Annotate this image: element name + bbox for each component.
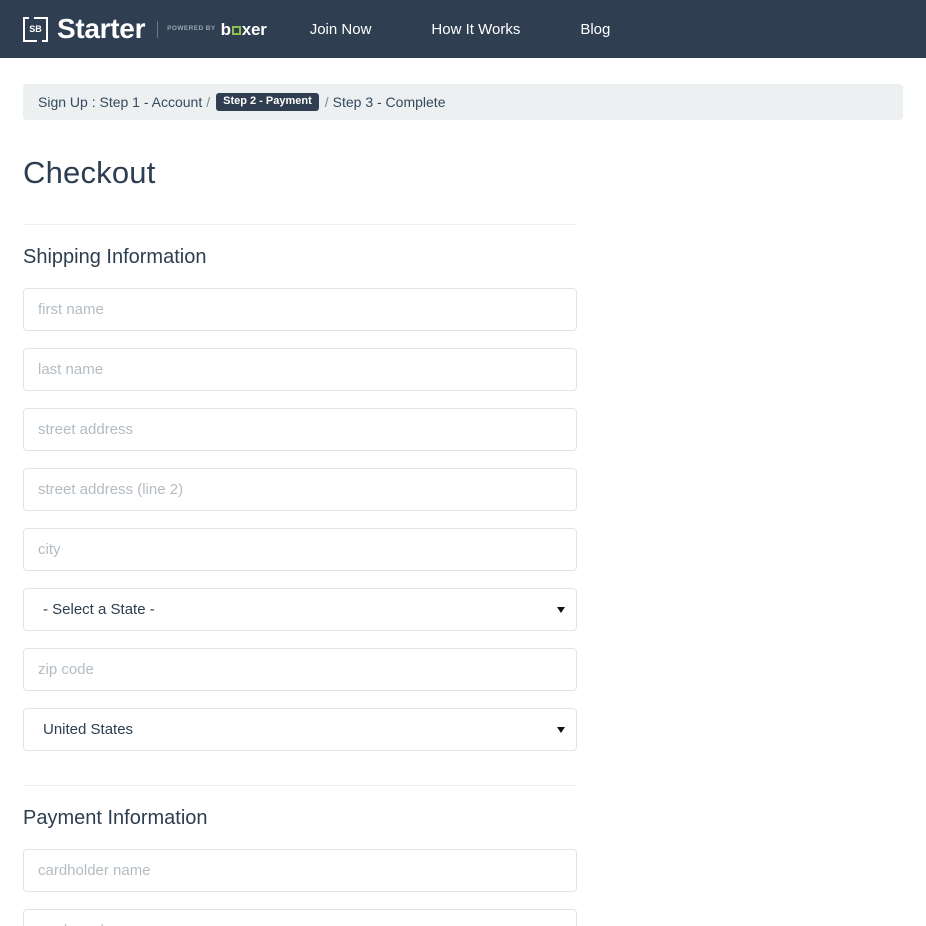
boxer-suffix-text: xer <box>241 19 267 39</box>
nav-link-blog[interactable]: Blog <box>566 21 624 38</box>
country-select-value: United States <box>43 721 134 739</box>
breadcrumb: Sign Up : Step 1 - Account / Step 2 - Pa… <box>23 84 903 120</box>
breadcrumb-container: Sign Up : Step 1 - Account / Step 2 - Pa… <box>0 58 926 120</box>
checkout-form-container: Checkout Shipping Information - Select a… <box>0 155 600 926</box>
brand-divider <box>157 20 159 38</box>
street-address-input[interactable] <box>23 408 577 452</box>
breadcrumb-step-3: Step 3 - Complete <box>332 94 446 110</box>
last-name-input[interactable] <box>23 348 577 392</box>
payment-section-title: Payment Information <box>23 807 208 830</box>
zip-code-input[interactable] <box>23 648 577 692</box>
street-address-line-2-input[interactable] <box>23 468 577 512</box>
page-title: Checkout <box>23 155 156 190</box>
breadcrumb-step-1[interactable]: Sign Up : Step 1 - Account <box>38 94 202 110</box>
nav-link-join-now[interactable]: Join Now <box>296 21 386 38</box>
boxer-prefix-text: b <box>220 19 231 39</box>
nav-link-how-it-works[interactable]: How It Works <box>417 21 534 38</box>
boxer-logo: b xer <box>221 21 267 38</box>
top-navbar: SB Starter POWERED BY b xer Join Now How… <box>0 0 926 58</box>
divider-above-payment <box>23 785 577 787</box>
city-input[interactable] <box>23 528 577 572</box>
sb-logo-text: SB <box>29 23 42 34</box>
country-select-wrapper: United States <box>23 708 577 752</box>
breadcrumb-active-step-badge: Step 2 - Payment <box>216 93 319 111</box>
powered-by-label: POWERED BY <box>167 24 216 32</box>
state-select-wrapper: - Select a State - <box>23 588 577 632</box>
state-select[interactable]: - Select a State - <box>23 588 577 632</box>
breadcrumb-separator-1: / <box>206 94 211 110</box>
brand-name: Starter <box>57 13 146 44</box>
state-select-value: - Select a State - <box>43 601 155 619</box>
brand-logo-link[interactable]: SB Starter <box>23 0 145 58</box>
primary-nav: Join Now How It Works Blog <box>296 21 625 38</box>
sb-logo-icon: SB <box>23 16 48 42</box>
cardholder-name-input[interactable] <box>23 849 577 893</box>
first-name-input[interactable] <box>23 288 577 332</box>
breadcrumb-separator-2: / <box>324 94 329 110</box>
card-number-input[interactable] <box>23 909 577 926</box>
shipping-section-title: Shipping Information <box>23 246 207 269</box>
boxer-square-icon <box>231 25 241 35</box>
divider-under-title <box>23 224 577 226</box>
country-select[interactable]: United States <box>23 708 577 752</box>
